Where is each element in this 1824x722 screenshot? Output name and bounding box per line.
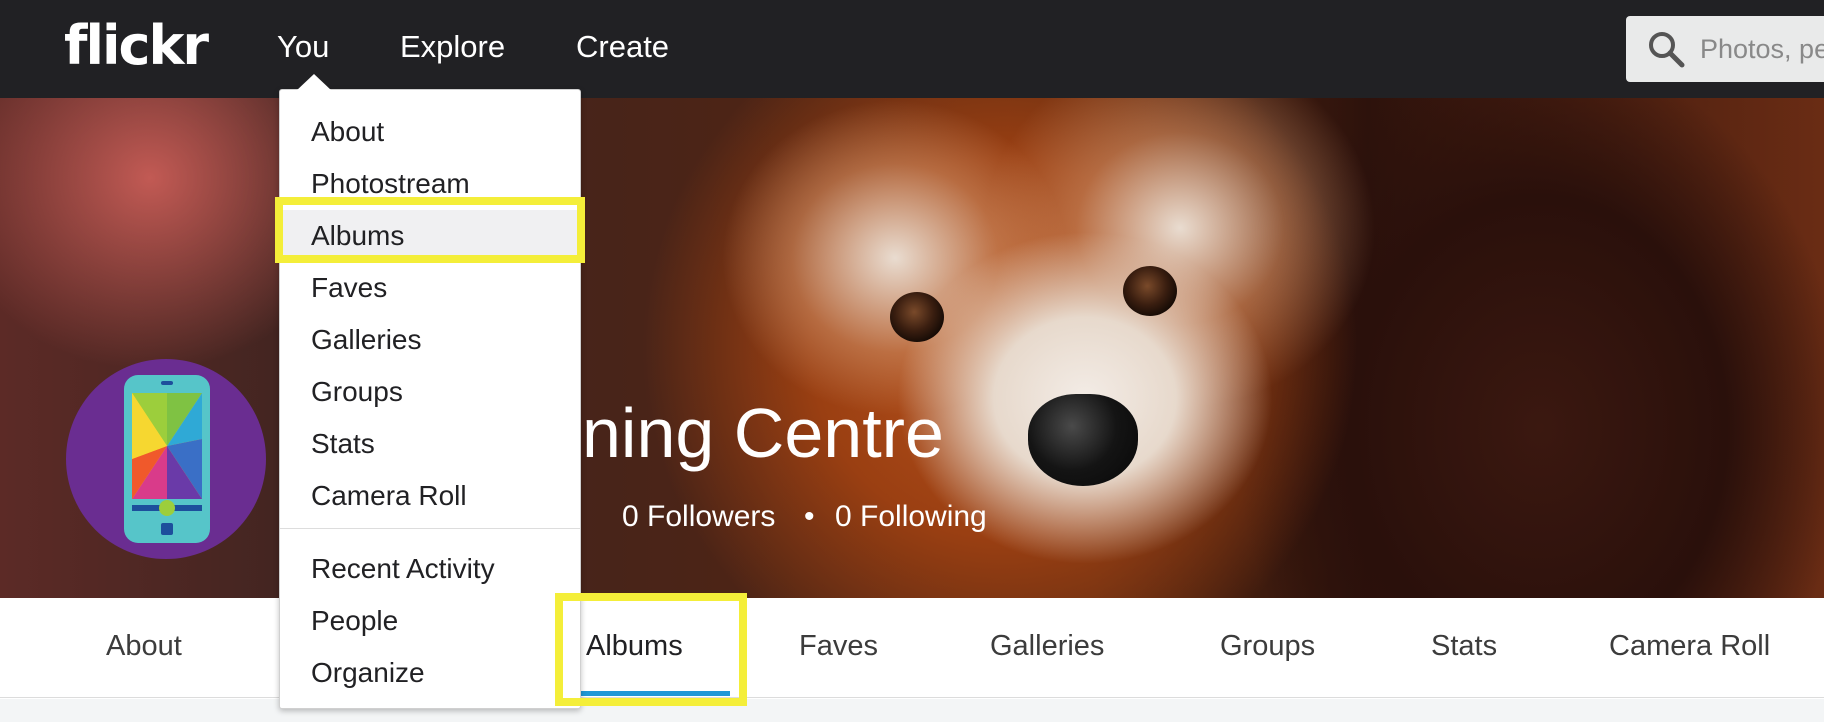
cover-photo-detail (1028, 394, 1138, 486)
tab-albums[interactable]: Albums (586, 626, 683, 666)
tab-stats[interactable]: Stats (1431, 626, 1497, 666)
tab-faves[interactable]: Faves (799, 626, 878, 666)
cover-photo-detail (1123, 266, 1177, 316)
content-area-top (0, 699, 1824, 722)
menu-item-organize[interactable]: Organize (280, 647, 580, 699)
menu-item-stats[interactable]: Stats (280, 418, 580, 470)
dropdown-caret (296, 74, 332, 91)
menu-item-albums[interactable]: Albums (280, 210, 580, 262)
nav-explore[interactable]: Explore (400, 27, 505, 67)
menu-item-galleries[interactable]: Galleries (280, 314, 580, 366)
tab-camera-roll[interactable]: Camera Roll (1609, 626, 1770, 666)
search-icon[interactable] (1646, 29, 1686, 69)
cover-photo-detail (890, 292, 944, 342)
search-box[interactable] (1626, 16, 1824, 82)
menu-divider (280, 528, 580, 529)
menu-item-about[interactable]: About (280, 106, 580, 158)
followers-count[interactable]: 0 Followers (622, 497, 775, 537)
menu-item-photostream[interactable]: Photostream (280, 158, 580, 210)
top-nav-bar: flickr You Explore Create (0, 0, 1824, 98)
tab-groups[interactable]: Groups (1220, 626, 1315, 666)
tab-about[interactable]: About (106, 626, 182, 666)
search-input[interactable] (1700, 16, 1824, 82)
menu-item-faves[interactable]: Faves (280, 262, 580, 314)
profile-name: ning Centre (582, 394, 944, 472)
tab-galleries[interactable]: Galleries (990, 626, 1104, 666)
stat-separator: • (804, 500, 815, 533)
menu-item-recent-activity[interactable]: Recent Activity (280, 543, 580, 595)
avatar[interactable] (66, 359, 266, 559)
flickr-logo[interactable]: flickr (64, 14, 209, 77)
active-tab-indicator (580, 691, 730, 696)
following-count[interactable]: 0 Following (835, 497, 987, 537)
menu-item-groups[interactable]: Groups (280, 366, 580, 418)
profile-tabs: About Albums Faves Galleries Groups Stat… (0, 598, 1824, 698)
nav-you[interactable]: You (277, 27, 329, 67)
menu-item-camera-roll[interactable]: Camera Roll (280, 470, 580, 522)
menu-item-people[interactable]: People (280, 595, 580, 647)
nav-create[interactable]: Create (576, 27, 669, 67)
you-dropdown-menu: About Photostream Albums Faves Galleries… (279, 89, 581, 709)
phone-icon (124, 375, 210, 543)
